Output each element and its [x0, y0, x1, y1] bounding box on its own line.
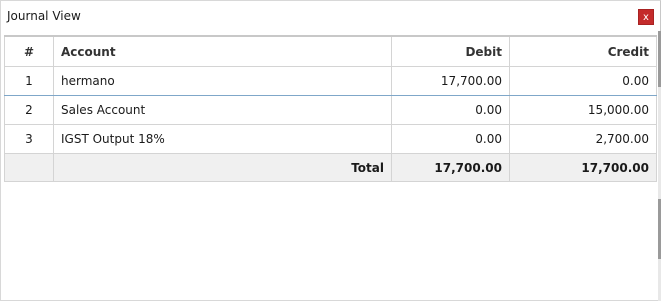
debit-cell: 17,700.00 [391, 66, 510, 96]
account-cell: Sales Account [53, 95, 392, 125]
column-header-debit[interactable]: Debit [391, 35, 510, 67]
row-index-cell: 1 [4, 66, 54, 96]
credit-cell: 15,000.00 [509, 95, 657, 125]
table-row[interactable]: 1 hermano 17,700.00 0.00 [4, 66, 657, 96]
scroll-segment [658, 31, 661, 87]
credit-cell: 0.00 [509, 66, 657, 96]
window-edge-scrollbar [658, 31, 661, 301]
column-header-credit[interactable]: Credit [509, 35, 657, 67]
row-index-cell: 2 [4, 95, 54, 125]
debit-cell: 0.00 [391, 124, 510, 154]
debit-cell: 0.00 [391, 95, 510, 125]
window-title: Journal View [7, 9, 81, 23]
title-bar: Journal View x [1, 1, 660, 31]
scroll-segment [658, 199, 661, 259]
table-header-row: # Account Debit Credit [4, 35, 657, 67]
total-label: Total [53, 153, 392, 182]
journal-view-window: Journal View x # Account Debit Credit 1 … [0, 0, 661, 301]
column-header-index[interactable]: # [4, 35, 54, 67]
account-cell: IGST Output 18% [53, 124, 392, 154]
row-index-cell: 3 [4, 124, 54, 154]
credit-total: 17,700.00 [509, 153, 657, 182]
journal-table: # Account Debit Credit 1 hermano 17,700.… [4, 35, 657, 182]
journal-grid: # Account Debit Credit 1 hermano 17,700.… [4, 35, 657, 182]
credit-cell: 2,700.00 [509, 124, 657, 154]
account-cell: hermano [53, 66, 392, 96]
table-total-row: Total 17,700.00 17,700.00 [4, 153, 657, 182]
table-row[interactable]: 2 Sales Account 0.00 15,000.00 [4, 95, 657, 125]
total-empty-cell [4, 153, 54, 182]
table-row[interactable]: 3 IGST Output 18% 0.00 2,700.00 [4, 124, 657, 154]
debit-total: 17,700.00 [391, 153, 510, 182]
column-header-account[interactable]: Account [53, 35, 392, 67]
close-button[interactable]: x [638, 9, 654, 25]
